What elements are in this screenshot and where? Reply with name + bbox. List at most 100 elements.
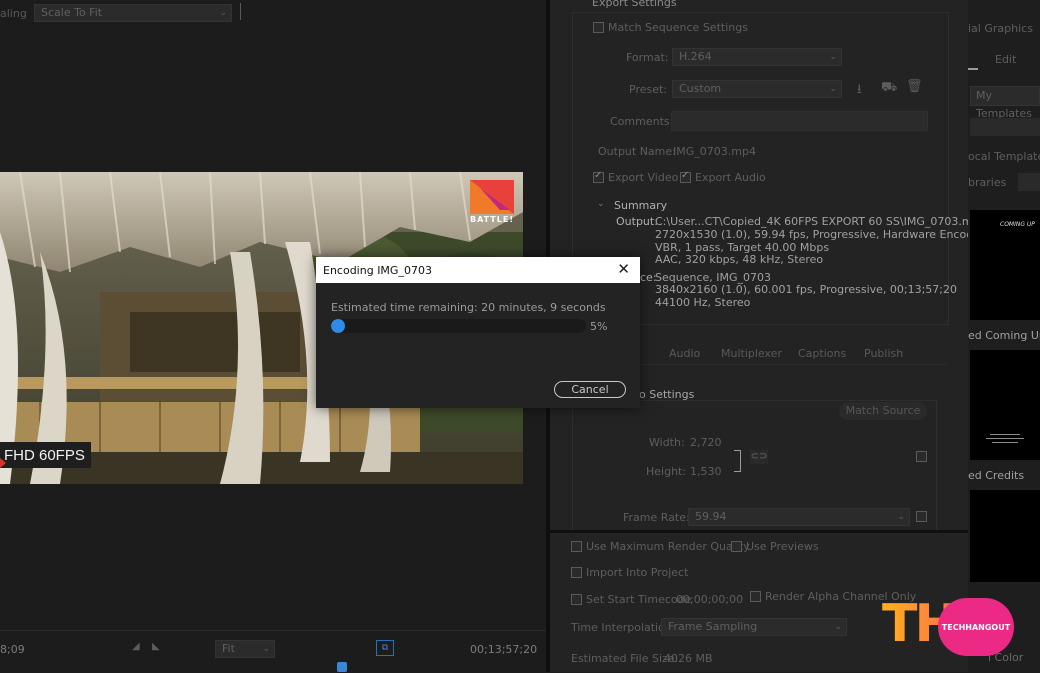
mark-out-icon[interactable]: ◣ [152,641,160,652]
width-value[interactable]: 2,720 [690,436,722,449]
comments-input[interactable] [671,111,928,131]
scale-value: Scale To Fit [41,6,103,19]
import-into-project-checkbox[interactable] [571,567,582,578]
match-source-label: Match Source [845,404,921,417]
close-icon[interactable]: ✕ [617,260,630,278]
match-source-button[interactable]: Match Source [839,402,927,420]
watermark-circle-text: TECHHANGOUT [941,622,1011,632]
tab-captions[interactable]: Captions [798,347,846,360]
templates-value: My Templates [976,89,1032,120]
fit-dropdown[interactable]: Fit ⌄ [215,640,275,658]
import-into-project-label: Import Into Project [586,566,689,579]
template-thumb-1[interactable]: COMING UP [970,210,1040,320]
encoding-dialog: Encoding IMG_0703 ✕ Estimated time remai… [316,257,640,408]
frame-rate-label: Frame Rate: [623,511,690,524]
resolution-checkbox[interactable] [916,451,927,462]
essential-graphics-panel: ial Graphics Edit My Templates ocal Temp… [968,0,1040,672]
export-video-label: Export Video [608,171,679,184]
aspect-bracket [734,450,741,472]
fhd-badge: FHD 60FPS [0,442,91,468]
time-interpolation-value: Frame Sampling [668,620,758,633]
cancel-label: Cancel [571,383,609,396]
render-alpha-checkbox[interactable] [750,591,761,602]
timecode-duration: 00;13;57;20 [470,643,538,656]
format-value: H.264 [679,50,712,63]
width-label: Width: [649,436,685,449]
channel-logo: BATTLE! [470,180,516,228]
export-video-checkbox[interactable] [593,170,604,183]
monitor-footer: 8;09 ◢ ◣ Fit ⌄ ⧉ 00;13;57;20 [0,630,546,673]
output-name-link[interactable]: IMG_0703.mp4 [673,145,756,158]
chevron-down-icon: ⌄ [834,622,842,632]
preset-label: Preset: [629,83,668,96]
time-interpolation-label: Time Interpolation: [571,621,676,634]
scaling-label: aling [0,7,27,20]
save-preset-icon[interactable]: ⭳ [857,80,862,102]
libraries-label[interactable]: braries [968,176,1006,189]
fit-value: Fit [222,642,235,655]
tab-multiplexer[interactable]: Multiplexer [721,347,782,360]
templates-dropdown[interactable]: My Templates [970,86,1040,120]
tab-edit[interactable]: Edit [995,53,1016,66]
watermark-circle: TECHHANGOUT [938,598,1014,656]
time-interpolation-dropdown[interactable]: Frame Sampling ⌄ [661,618,847,636]
output-label: Output: [616,215,658,228]
estimated-size-value: 4026 MB [664,652,713,665]
start-timecode-value[interactable]: 00;00;00;00 [676,593,743,606]
set-start-timecode-checkbox[interactable] [571,594,582,605]
progress-bar-fill [331,319,346,333]
tab-audio[interactable]: Audio [669,347,700,360]
timecode-current: 8;09 [0,643,25,656]
chevron-down-icon: ⌄ [219,8,227,18]
delete-preset-icon[interactable]: 🗑 [906,79,923,94]
cancel-button[interactable]: Cancel [554,381,626,398]
preset-dropdown[interactable]: Custom ⌄ [672,80,842,98]
height-value[interactable]: 1,530 [690,465,722,478]
frame-rate-checkbox[interactable] [916,511,927,522]
playhead-icon[interactable] [337,662,347,672]
progress-percent: 5% [590,320,608,333]
estimated-size-label: Estimated File Size: [571,652,679,665]
preset-value: Custom [679,82,722,95]
import-preset-icon[interactable]: ⛟ [881,80,897,97]
search-field[interactable] [970,118,1040,136]
summary-chevron-icon[interactable]: ⌄ [597,199,605,209]
fhd-badge-text: FHD 60FPS [4,446,85,464]
link-icon[interactable]: ⊂⊃ [750,450,768,464]
template-thumb-3[interactable] [970,490,1040,582]
template-2-label: ed Credits [968,469,1025,482]
use-previews-label: Use Previews [746,540,819,553]
summary-label: Summary [614,199,668,212]
template-thumb-2[interactable] [970,350,1040,460]
source-line-3: 44100 Hz, Stereo [655,296,751,309]
max-render-quality-checkbox[interactable] [571,541,582,552]
height-label: Height: [646,465,687,478]
frame-rate-value: 59.94 [695,510,727,523]
progress-bar [331,319,586,333]
frame-rate-dropdown[interactable]: 59.94 ⌄ [688,508,910,526]
match-sequence-label: Match Sequence Settings [608,21,748,34]
scale-dropdown[interactable]: Scale To Fit ⌄ [34,4,232,22]
format-dropdown[interactable]: H.264 ⌄ [672,48,842,66]
divider [240,3,241,20]
match-sequence-checkbox[interactable] [593,22,604,33]
mark-in-icon[interactable]: ◢ [132,641,140,652]
safe-margins-icon[interactable]: ⧉ [376,640,394,656]
time-remaining-text: Estimated time remaining: 20 minutes, 9 … [331,301,606,314]
export-settings-header: Export Settings [592,0,677,9]
chevron-down-icon: ⌄ [262,644,270,654]
export-audio-checkbox[interactable] [680,170,691,183]
tab-publish[interactable]: Publish [864,347,903,360]
use-previews-checkbox[interactable] [731,541,742,552]
dialog-title: Encoding IMG_0703 [323,264,432,277]
template-1-label: ed Coming Up N [968,329,1040,342]
red-marker-icon [0,458,6,468]
comments-label: Comments: [610,115,674,128]
output-line-4: AAC, 320 kbps, 48 kHz, Stereo [655,253,824,266]
libraries-dropdown[interactable] [1018,173,1040,191]
essential-graphics-title: ial Graphics [968,22,1033,35]
channel-logo-mark [470,180,514,214]
local-templates-label[interactable]: ocal Templates [968,150,1040,163]
credits-thumb-art [986,434,1024,443]
channel-logo-text: BATTLE! [470,215,514,224]
